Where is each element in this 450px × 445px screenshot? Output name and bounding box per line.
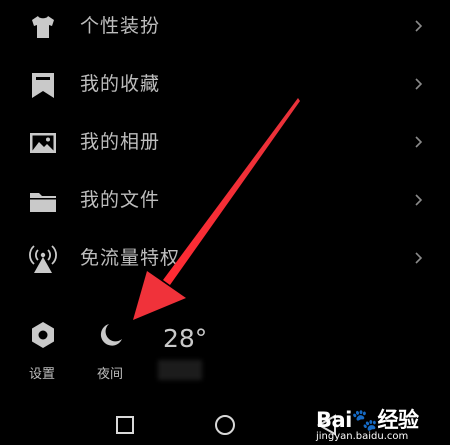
signal-tower-icon xyxy=(29,245,57,273)
weather-widget[interactable]: 28° xyxy=(158,324,218,384)
recents-square-icon[interactable] xyxy=(110,410,140,440)
menu-item-personalize[interactable]: 个性装扮 xyxy=(0,0,450,58)
folder-icon xyxy=(30,193,56,212)
chevron-right-icon xyxy=(415,78,423,90)
menu-item-label: 我的收藏 xyxy=(80,73,161,95)
watermark-logo: Bai🐾经验 xyxy=(316,408,419,432)
chevron-right-icon xyxy=(415,20,423,32)
gear-icon xyxy=(32,322,54,348)
night-mode-button[interactable]: 夜间 xyxy=(80,310,140,390)
night-mode-label: 夜间 xyxy=(96,367,123,382)
menu-item-label: 免流量特权 xyxy=(80,247,181,269)
settings-label: 设置 xyxy=(28,367,55,382)
menu-item-album[interactable]: 我的相册 xyxy=(0,116,450,174)
chevron-right-icon xyxy=(415,136,423,148)
bookmark-icon xyxy=(32,73,54,98)
watermark-url: jingyan.baidu.com xyxy=(316,431,409,442)
settings-button[interactable]: 设置 xyxy=(12,310,72,390)
menu-item-label: 个性装扮 xyxy=(80,15,161,37)
menu-item-label: 我的相册 xyxy=(80,131,161,153)
photo-icon xyxy=(30,133,56,153)
chevron-right-icon xyxy=(415,194,423,206)
tshirt-icon xyxy=(32,16,54,38)
chevron-right-icon xyxy=(415,252,423,264)
menu-item-favorites[interactable]: 我的收藏 xyxy=(0,58,450,116)
baidu-jingyan-watermark: Bai🐾经验 jingyan.baidu.com xyxy=(302,404,442,444)
bottom-toolbar: 设置 夜间 28° xyxy=(0,310,450,390)
menu-item-free-data[interactable]: 免流量特权 xyxy=(0,232,450,290)
menu-item-label: 我的文件 xyxy=(80,189,161,211)
temperature-text: 28° xyxy=(163,324,208,353)
moon-icon xyxy=(100,324,122,346)
menu-item-files[interactable]: 我的文件 xyxy=(0,174,450,232)
weather-location-blurred xyxy=(158,360,202,380)
home-circle-icon[interactable] xyxy=(210,410,240,440)
